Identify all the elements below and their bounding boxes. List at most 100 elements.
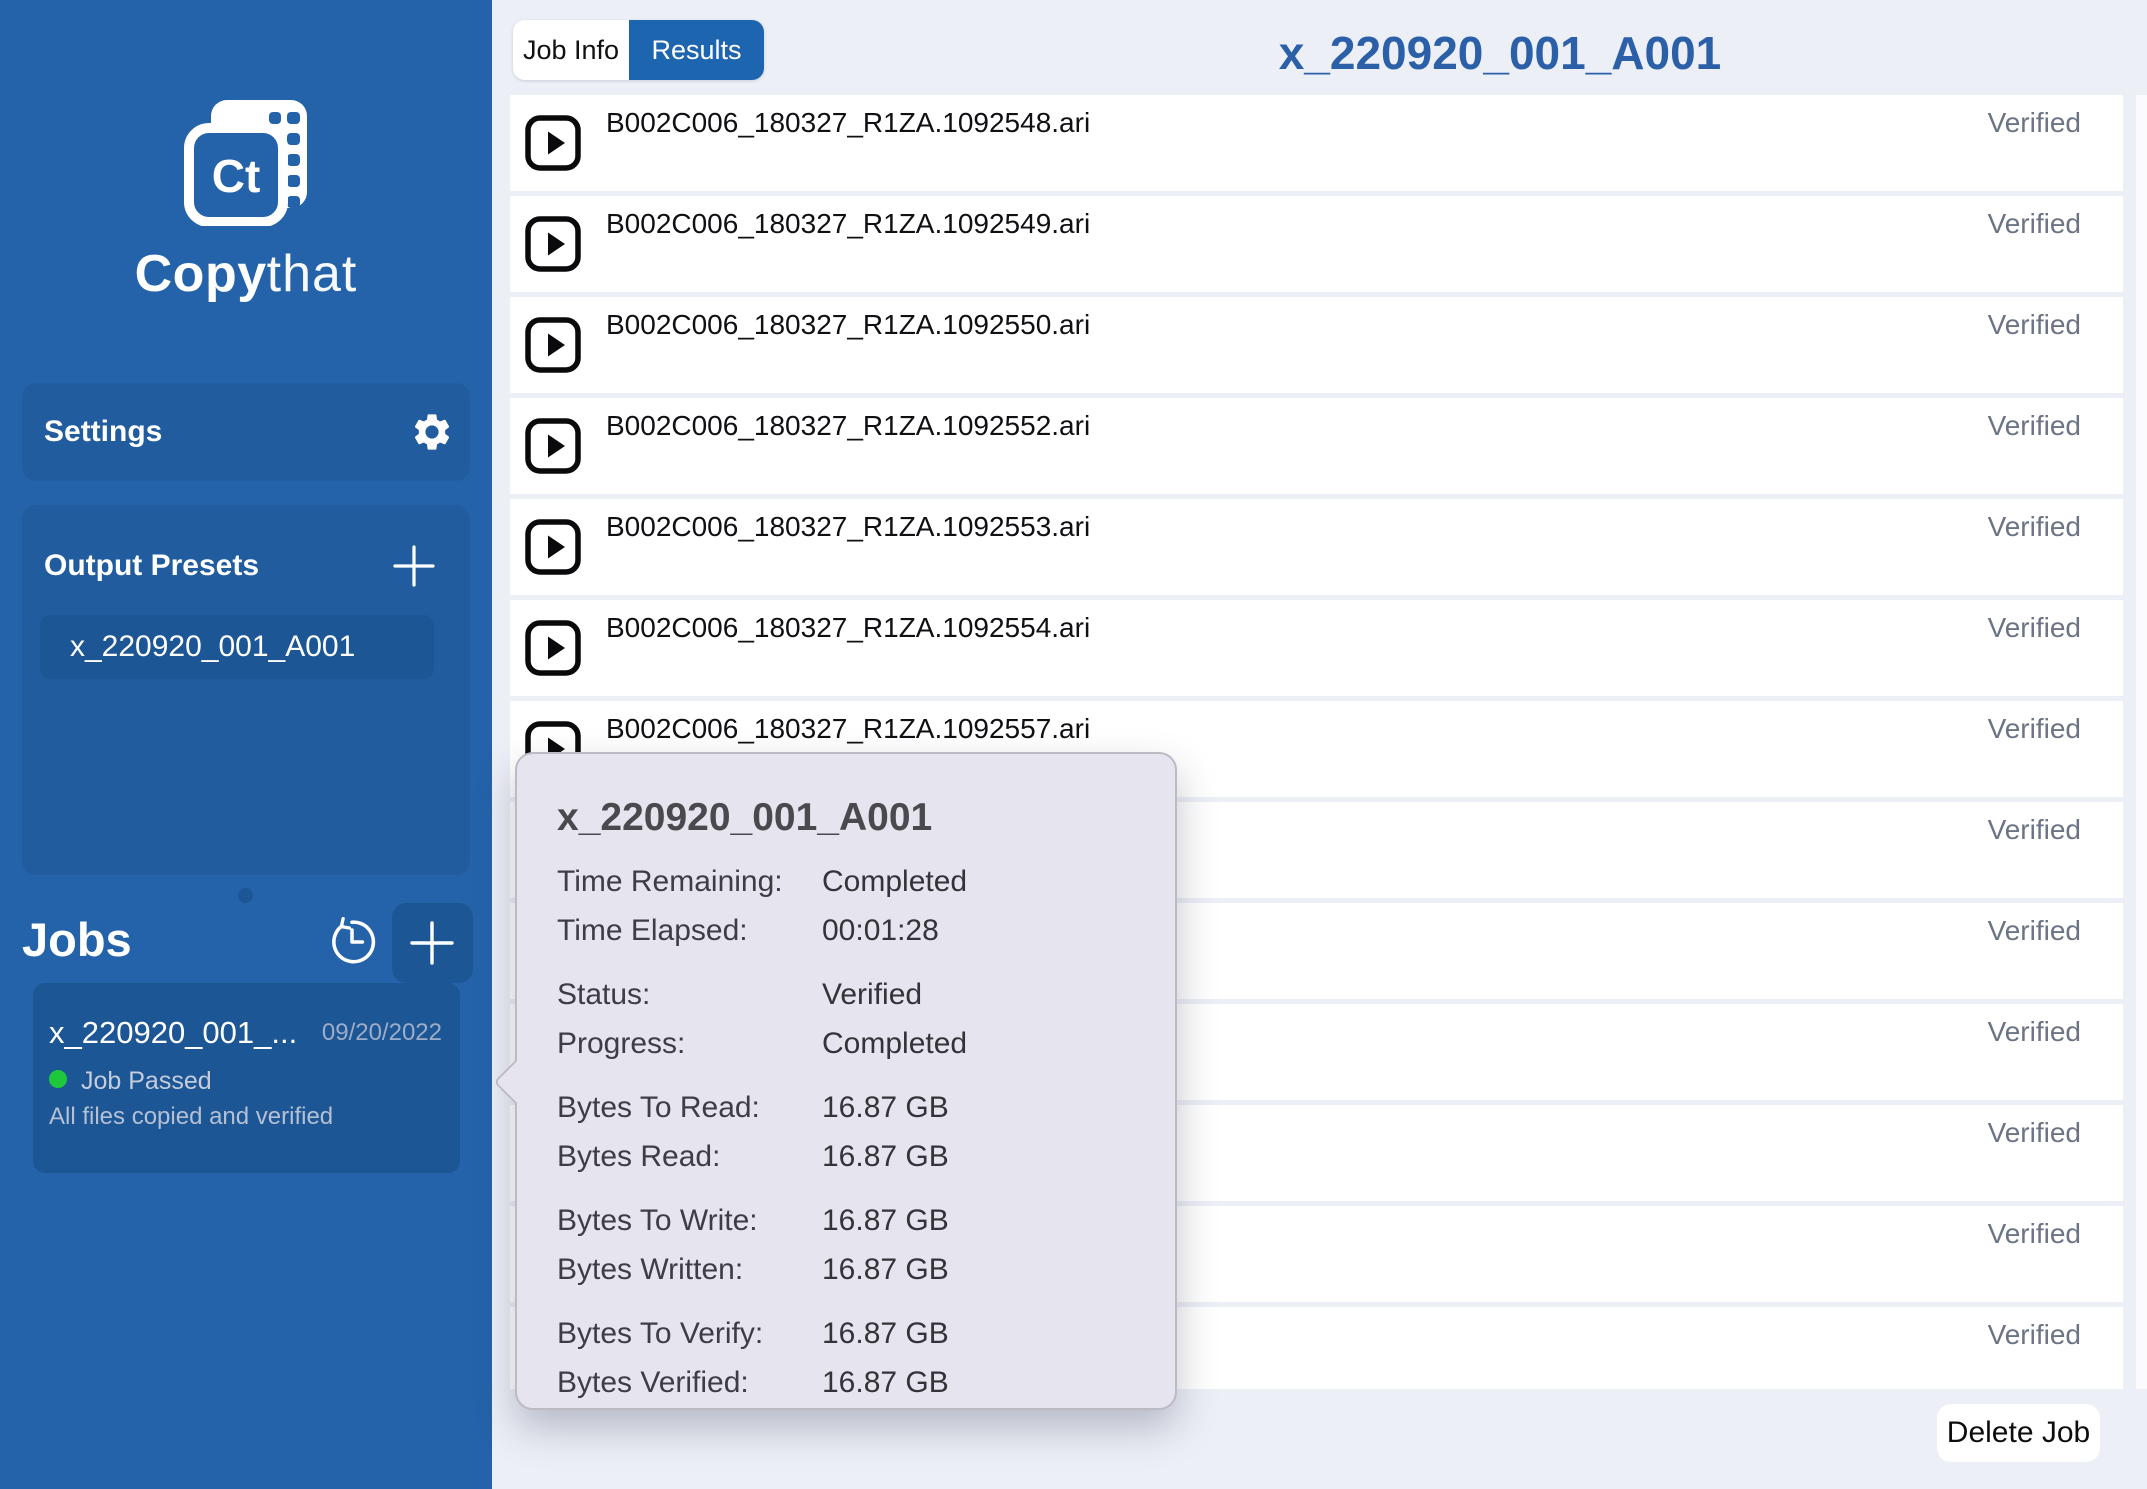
popover-stat-group: Bytes To Write: 16.87 GB Bytes Written: 16.… xyxy=(557,1196,1145,1294)
stat-label: Bytes Verified: xyxy=(557,1366,749,1400)
stat-label: Time Elapsed: xyxy=(557,914,748,948)
stat-value: 16.87 GB xyxy=(822,1317,949,1351)
delete-job-button[interactable]: Delete Job xyxy=(1937,1404,2100,1462)
file-row[interactable]: B002C006_180327_R1ZA.1092554.ari Verified xyxy=(510,600,2123,696)
popover-stat-row: Bytes To Write: 16.87 GB xyxy=(557,1196,1145,1245)
popover-stat-row: Bytes Verified: 16.87 GB xyxy=(557,1358,1145,1407)
file-name: B002C006_180327_R1ZA.1092548.ari xyxy=(606,107,1090,139)
job-history-button[interactable] xyxy=(327,917,377,967)
play-file-button[interactable] xyxy=(524,417,582,475)
play-file-button[interactable] xyxy=(524,518,582,576)
file-name: B002C006_180327_R1ZA.1092552.ari xyxy=(606,410,1090,442)
scrollbar-gutter[interactable] xyxy=(2136,95,2147,1389)
settings-panel: Settings xyxy=(22,383,470,481)
stat-label: Bytes To Verify: xyxy=(557,1317,763,1351)
stat-value: 16.87 GB xyxy=(822,1140,949,1174)
popover-stat-row: Bytes To Read: 16.87 GB xyxy=(557,1083,1145,1132)
gear-icon xyxy=(410,410,454,454)
stat-value: Completed xyxy=(822,865,967,899)
stat-value: Verified xyxy=(822,978,922,1012)
popover-stat-row: Bytes Read: 16.87 GB xyxy=(557,1132,1145,1181)
play-icon xyxy=(524,619,582,677)
stat-value: 16.87 GB xyxy=(822,1366,949,1400)
play-icon xyxy=(524,417,582,475)
stat-value: 16.87 GB xyxy=(822,1091,949,1125)
job-details-popover: x_220920_001_A001 Time Remaining: Complet… xyxy=(515,752,1177,1410)
popover-stat-row: Time Remaining: Completed xyxy=(557,857,1145,906)
popover-stat-row: Bytes Written: 16.87 GB xyxy=(557,1245,1145,1294)
view-tabs: Job Info Results xyxy=(513,20,764,80)
play-icon xyxy=(524,215,582,273)
file-status: Verified xyxy=(1988,1016,2081,1048)
stat-label: Progress: xyxy=(557,1027,685,1061)
popover-stat-row: Bytes To Verify: 16.87 GB xyxy=(557,1309,1145,1358)
page-title: x_220920_001_A001 xyxy=(1260,26,1740,80)
plus-icon xyxy=(392,544,436,588)
file-row[interactable]: B002C006_180327_R1ZA.1092552.ari Verified xyxy=(510,398,2123,494)
popover-stat-group: Time Remaining: Completed Time Elapsed:00:… xyxy=(557,857,1145,955)
play-icon xyxy=(524,114,582,172)
file-status: Verified xyxy=(1988,814,2081,846)
popover-stat-group: Bytes To Verify: 16.87 GB Bytes Verified: 1… xyxy=(557,1309,1145,1407)
file-status: Verified xyxy=(1988,915,2081,947)
job-passed-dot-icon xyxy=(49,1070,67,1088)
file-status: Verified xyxy=(1988,410,2081,442)
job-card-date: 09/20/2022 xyxy=(322,1019,442,1047)
tab-results[interactable]: Results xyxy=(629,20,764,80)
file-row[interactable]: B002C006_180327_R1ZA.1092553.ari Verified xyxy=(510,499,2123,595)
file-status: Verified xyxy=(1988,1117,2081,1149)
brand-that: that xyxy=(267,245,358,303)
file-row[interactable]: B002C006_180327_R1ZA.1092548.ariVerified xyxy=(510,95,2123,191)
output-presets-panel: Output Presets x_220920_001_A001 xyxy=(22,505,470,875)
file-status: Verified xyxy=(1988,511,2081,543)
svg-text:Ct: Ct xyxy=(212,150,261,202)
jobs-label: Jobs xyxy=(22,912,132,967)
brand-name: Copythat xyxy=(0,244,492,304)
settings-button[interactable] xyxy=(410,410,454,454)
play-file-button[interactable] xyxy=(524,114,582,172)
job-status-text: Job Passed xyxy=(81,1067,212,1096)
settings-label: Settings xyxy=(44,415,162,449)
history-icon xyxy=(327,917,377,967)
play-file-button[interactable] xyxy=(524,316,582,374)
play-file-button[interactable] xyxy=(524,215,582,273)
file-status: Verified xyxy=(1988,208,2081,240)
file-row[interactable]: B002C006_180327_R1ZA.1092549.ari Verified xyxy=(510,196,2123,292)
play-file-button[interactable] xyxy=(524,619,582,677)
popover-stat-row: Time Elapsed:00:01:28 xyxy=(557,906,1145,955)
file-status: Verified xyxy=(1988,1218,2081,1250)
stat-label: Bytes To Write: xyxy=(557,1204,758,1238)
file-name: B002C006_180327_R1ZA.1092554.ari xyxy=(606,612,1090,644)
brand-copy: Copy xyxy=(135,245,267,303)
jobs-header: Jobs xyxy=(0,900,492,985)
output-presets-label: Output Presets xyxy=(44,549,259,583)
filmstrip-logo-icon: Ct xyxy=(183,100,309,226)
stat-label: Bytes Read: xyxy=(557,1140,720,1174)
stat-value: 16.87 GB xyxy=(822,1253,949,1287)
stat-label: Bytes To Read: xyxy=(557,1091,760,1125)
popover-stat-row: Progress: Completed xyxy=(557,1019,1145,1068)
file-status: Verified xyxy=(1988,309,2081,341)
popover-title: x_220920_001_A001 xyxy=(557,796,1145,840)
add-preset-button[interactable] xyxy=(392,544,436,588)
sidebar: Ct Copythat Settings Output Presets x_22… xyxy=(0,0,492,1489)
popover-content: x_220920_001_A001 Time Remaining: Complet… xyxy=(557,796,1145,1422)
file-name: B002C006_180327_R1ZA.1092553.ari xyxy=(606,511,1090,543)
copythat-window: Ct Copythat Settings Output Presets x_22… xyxy=(0,0,2147,1489)
add-job-button[interactable] xyxy=(392,903,473,983)
job-description: All files copied and verified xyxy=(49,1103,333,1131)
stat-value: 16.87 GB xyxy=(822,1204,949,1238)
app-logo: Ct Copythat xyxy=(0,100,492,304)
job-card[interactable]: x_220920_001_... 09/20/2022 Job Passed A… xyxy=(33,983,460,1173)
file-row[interactable]: B002C006_180327_R1ZA.1092550.ariVerified xyxy=(510,297,2123,393)
stat-label: Bytes Written: xyxy=(557,1253,743,1287)
stat-value: Completed xyxy=(822,1027,967,1061)
file-name: B002C006_180327_R1ZA.1092549.ari xyxy=(606,208,1090,240)
job-card-title: x_220920_001_... xyxy=(49,1015,297,1051)
preset-item[interactable]: x_220920_001_A001 xyxy=(40,615,434,679)
plus-icon xyxy=(409,920,455,966)
file-status: Verified xyxy=(1988,612,2081,644)
tab-job-info[interactable]: Job Info xyxy=(513,20,629,80)
stat-label: Time Remaining: xyxy=(557,865,783,899)
popover-stat-group: Bytes To Read: 16.87 GB Bytes Read: 16.87 G… xyxy=(557,1083,1145,1181)
